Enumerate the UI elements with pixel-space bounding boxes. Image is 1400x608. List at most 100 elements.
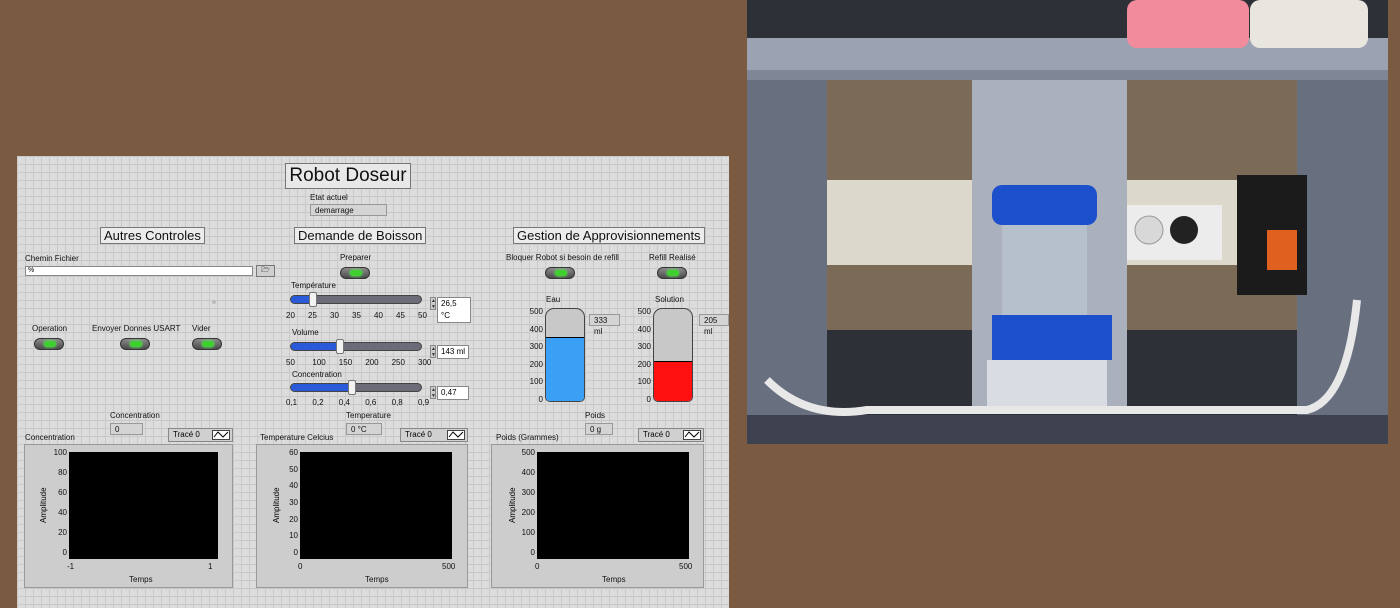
concentration-tick-label: 0,1: [286, 398, 298, 407]
chart-temperature-ylabel: Amplitude: [272, 487, 281, 523]
volume-spinner[interactable]: ▲ ▼: [430, 345, 436, 358]
volume-slider-thumb[interactable]: [336, 339, 345, 354]
operation-label: Operation: [32, 324, 68, 333]
chart-xtick-label: 1: [208, 562, 213, 571]
chart-poids-yticks: 500 400 300 200 100 0: [515, 448, 535, 559]
plot-line-icon: [447, 430, 465, 440]
chemin-fichier-input[interactable]: %: [25, 266, 253, 276]
operation-led-button[interactable]: [34, 338, 64, 350]
volume-tick-label: 250: [391, 358, 405, 367]
chart-ytick-label: 300: [521, 488, 535, 497]
concentration-value[interactable]: 0,47: [437, 386, 469, 400]
temperature-slider-thumb[interactable]: [308, 292, 317, 307]
concentration-tick-label: 0,8: [391, 398, 403, 407]
refill-label: Refill Realisé: [649, 253, 696, 262]
eau-level-line: [546, 337, 584, 339]
chart-concentration-ylabel: Amplitude: [39, 487, 48, 523]
chart-xtick-label: 0: [535, 562, 540, 571]
eau-tick-label: 100: [529, 377, 543, 387]
refill-led-button[interactable]: [657, 267, 687, 279]
chart-temperature-legend[interactable]: Tracé 0: [400, 428, 468, 442]
concentration-spinner[interactable]: ▲ ▼: [430, 386, 436, 399]
volume-ticks: 50 100 150 200 250 300: [286, 358, 431, 368]
page-title: Robot Doseur: [285, 163, 411, 189]
temperature-tick-label: 35: [352, 311, 361, 320]
usart-led-button[interactable]: [120, 338, 150, 350]
solution-tick-label: 100: [637, 377, 651, 387]
chart-temperature-plot: [300, 452, 452, 559]
solution-tick-label: 300: [637, 342, 651, 352]
solution-tank-fill: [654, 362, 692, 401]
concentration-slider-label: Concentration: [292, 370, 342, 379]
plot-line-icon: [683, 430, 701, 440]
chart-ytick-label: 40: [58, 508, 67, 517]
solution-level-line: [654, 361, 692, 363]
preparer-led-button[interactable]: [340, 267, 370, 279]
solution-tank: [653, 308, 693, 402]
chart-ytick-label: 500: [521, 448, 535, 457]
chart-xtick-label: 500: [442, 562, 456, 571]
volume-slider[interactable]: [290, 339, 422, 354]
chart-temperature: 60 50 40 30 20 10 0 0 500 Amplitude Temps: [256, 444, 468, 588]
chart-poids-plot: [537, 452, 689, 559]
eau-label: Eau: [546, 295, 561, 304]
temperature-ticks: 20 25 30 35 40 45 50: [286, 311, 427, 321]
temperature-indicator: 0 °C: [346, 423, 382, 435]
etat-indicator: demarrage: [310, 204, 387, 216]
section-gestion-approvisionnements: Gestion de Approvisionnements: [513, 227, 705, 244]
concentration-indicator-label: Concentration: [110, 411, 160, 420]
chart-ytick-label: 100: [521, 528, 535, 537]
eau-tick-label: 0: [538, 395, 543, 404]
chart-ytick-label: 400: [521, 468, 535, 477]
volume-tick-label: 50: [286, 358, 295, 367]
chart-poids-legend[interactable]: Tracé 0: [638, 428, 704, 442]
temperature-value[interactable]: 26,5 °C: [437, 297, 471, 323]
chart-ytick-label: 10: [289, 531, 298, 541]
chart-temperature-xticks: 0 500: [298, 562, 456, 572]
concentration-tick-label: 0,9: [418, 398, 430, 407]
volume-tick-label: 200: [365, 358, 379, 367]
bloquer-label: Bloquer Robot si besoin de refill: [506, 253, 619, 262]
eau-ticks: 500 400 300 200 100 0: [523, 307, 543, 404]
divider-dot: [212, 300, 216, 304]
solution-tick-label: 200: [637, 359, 651, 369]
chart-concentration-name: Concentration: [25, 433, 75, 442]
vider-led-button[interactable]: [192, 338, 222, 350]
temperature-label: Température: [291, 281, 336, 290]
temperature-spinner[interactable]: ▲ ▼: [430, 297, 436, 310]
chart-poids-name: Poids (Grammes): [496, 433, 559, 442]
bloquer-led-button[interactable]: [545, 267, 575, 279]
solution-tick-label: 500: [637, 307, 651, 316]
temperature-slider[interactable]: [290, 292, 422, 307]
vider-label: Vider: [192, 324, 211, 333]
concentration-ticks: 0,1 0,2 0,4 0,6 0,8 0,9: [286, 398, 429, 408]
section-demande-boisson: Demande de Boisson: [294, 227, 427, 244]
solution-tick-label: 400: [637, 324, 651, 334]
robot-camera-photo: [747, 0, 1388, 444]
temperature-tick-label: 40: [374, 311, 383, 320]
concentration-slider-thumb[interactable]: [348, 380, 357, 395]
chart-concentration-legend[interactable]: Tracé 0: [168, 428, 233, 442]
chart-xtick-label: -1: [67, 562, 75, 571]
chart-ytick-label: 20: [289, 514, 298, 524]
chart-xtick-label: 500: [679, 562, 693, 571]
poids-indicator: 0 g: [585, 423, 613, 435]
chart-ytick-label: 50: [289, 464, 298, 474]
eau-tick-label: 500: [529, 307, 543, 316]
eau-tick-label: 300: [529, 342, 543, 352]
chart-concentration-xlabel: Temps: [129, 575, 153, 584]
chart-poids: 500 400 300 200 100 0 0 500 Amplitude Temps: [491, 444, 704, 588]
chart-ytick-label: 0: [293, 548, 298, 557]
eau-tank: [545, 308, 585, 402]
chart-concentration: 100 80 60 40 20 0 -1 1 Amplitude Temps: [24, 444, 233, 588]
volume-value[interactable]: 143 ml: [437, 345, 469, 359]
chart-temperature-xlabel: Temps: [365, 575, 389, 584]
chart-poids-xlabel: Temps: [602, 575, 626, 584]
labview-front-panel: Robot Doseur Etat actuel demarrage Autre…: [17, 156, 729, 608]
chart-concentration-yticks: 100 80 60 40 20 0: [47, 448, 67, 559]
poids-indicator-label: Poids: [585, 411, 606, 420]
concentration-slider[interactable]: [290, 380, 422, 395]
chart-temperature-name: Temperature Celcius: [260, 433, 334, 442]
browse-folder-button[interactable]: 🗁: [256, 265, 275, 277]
temperature-tick-label: 25: [308, 311, 317, 320]
